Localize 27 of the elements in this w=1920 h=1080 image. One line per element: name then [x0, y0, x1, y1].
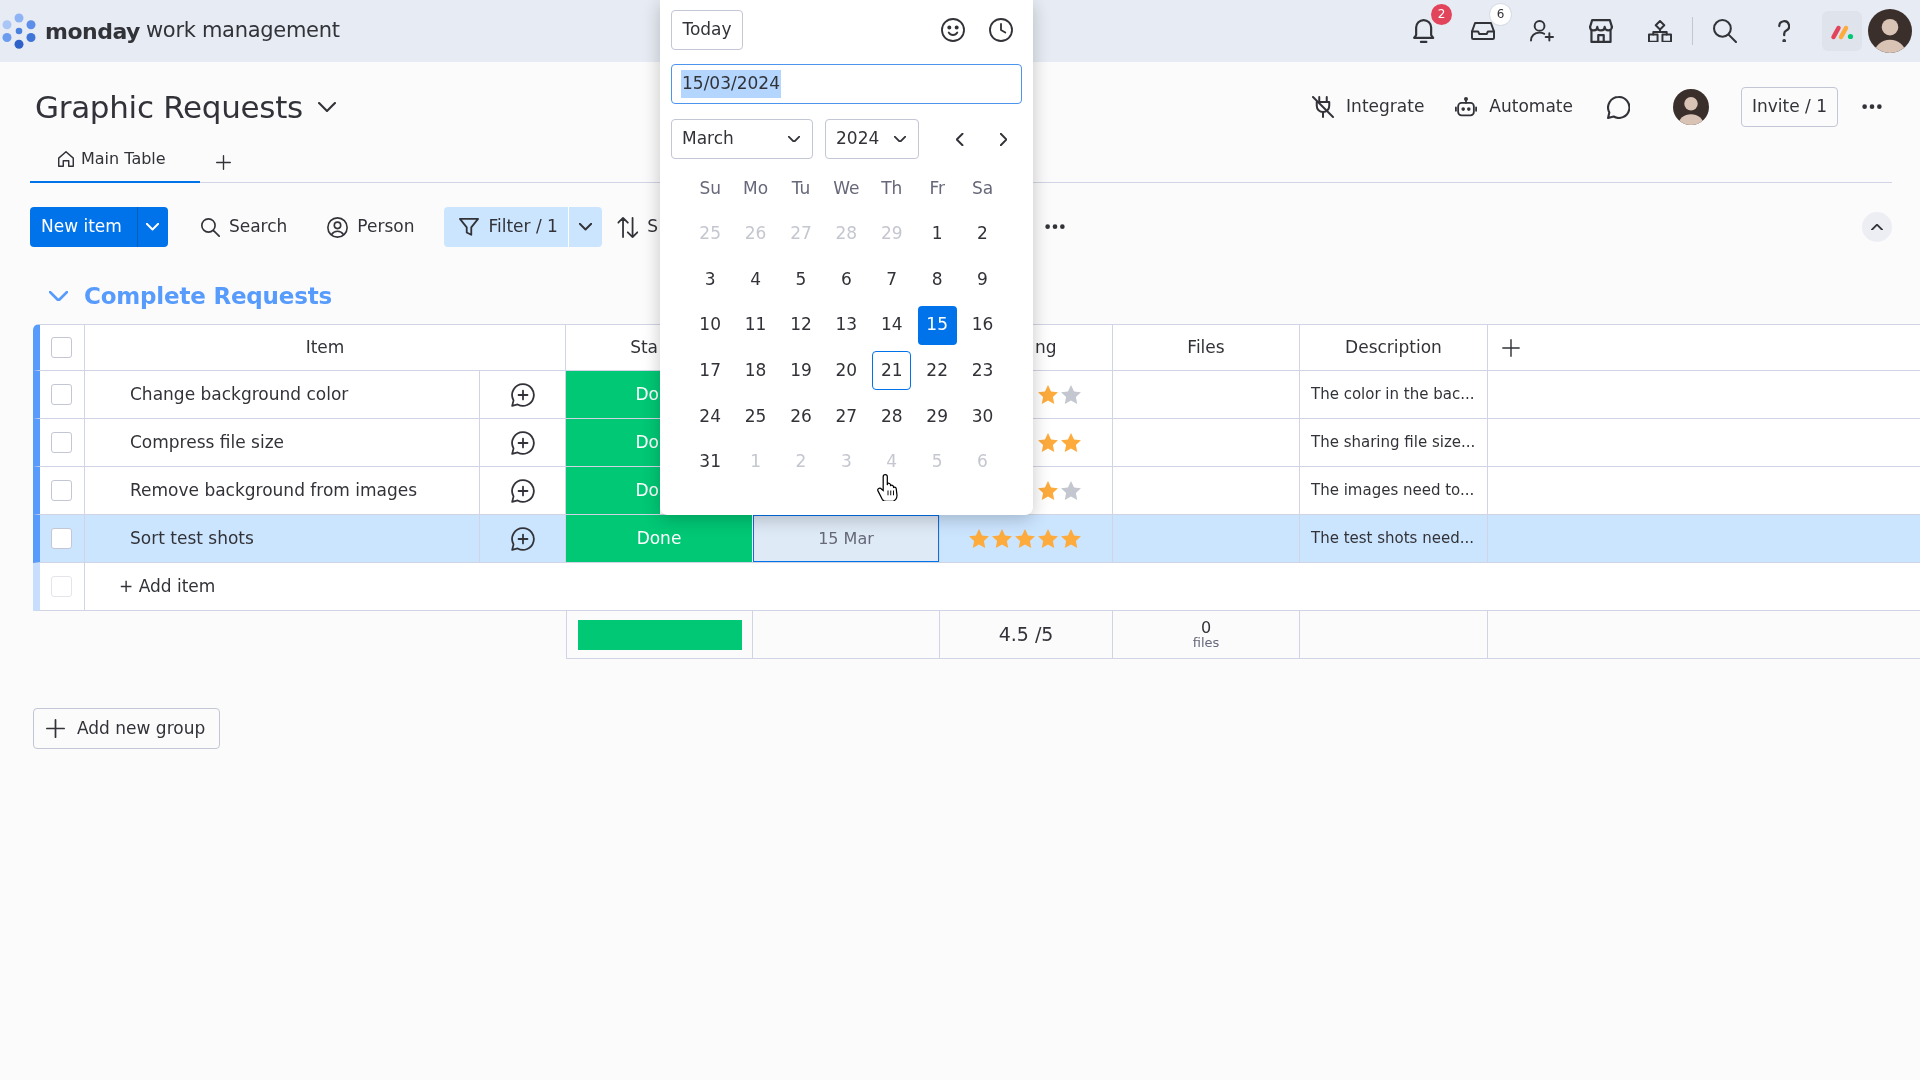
- bell-count-badge: 2: [1431, 4, 1452, 25]
- board-title: Graphic Requests: [35, 87, 303, 127]
- month-value: March: [682, 127, 734, 151]
- year-value: 2024: [836, 127, 880, 151]
- weekday-label: Sa: [971, 176, 994, 200]
- weekday-label: Fr: [929, 176, 945, 200]
- group-title: Complete Requests: [84, 281, 332, 311]
- rating-summary: 4.5 /5: [998, 622, 1054, 648]
- column-header: Description: [1345, 335, 1442, 359]
- description-text: The color in the bac...: [1310, 384, 1475, 406]
- product-name: work management: [145, 17, 340, 45]
- weekday-label: Th: [881, 176, 903, 200]
- brand-name: monday: [45, 17, 140, 46]
- description-text: The test shots need...: [1310, 528, 1474, 550]
- column-header: Files: [1187, 335, 1225, 359]
- inbox-count-badge: 6: [1490, 4, 1511, 25]
- files-unit: files: [1192, 636, 1220, 650]
- weekday-label: Tu: [791, 176, 811, 200]
- weekday-label: Su: [699, 176, 721, 200]
- weekday-label: Mo: [743, 176, 769, 200]
- description-text: The sharing file size...: [1310, 432, 1476, 454]
- description-text: The images need to...: [1310, 480, 1475, 502]
- column-header: Sta: [630, 335, 658, 359]
- column-header: Item: [305, 335, 345, 359]
- files-count: 0: [1200, 619, 1212, 636]
- weekday-label: We: [833, 176, 860, 200]
- column-header: ng: [1035, 335, 1057, 359]
